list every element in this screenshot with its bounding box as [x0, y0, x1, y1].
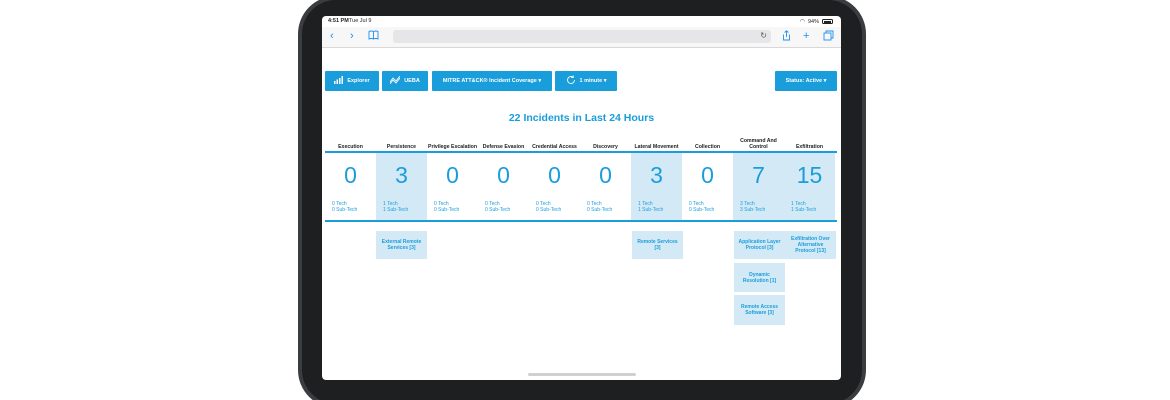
back-arrow-icon[interactable]: ‹ [330, 30, 334, 42]
column-header: Credential Access [532, 144, 577, 150]
explorer-label: Explorer [347, 78, 370, 84]
tabs-icon[interactable] [823, 30, 834, 44]
column-header: Defense Evasion [482, 144, 525, 150]
subtech-count: 3 Sub-Tech [740, 207, 766, 213]
subtech-count: 1 Sub-Tech [791, 207, 817, 213]
subtech-count: 0 Sub-Tech [689, 207, 715, 213]
column-header: Exfiltration [795, 144, 824, 150]
column-header: Collection [694, 144, 721, 150]
column-header: Execution [338, 144, 363, 150]
technique-box-c2-app-layer[interactable]: Application Layer Protocol [3] [734, 231, 785, 259]
status-date: Tue Jul 9 [349, 18, 372, 24]
tactic-cell[interactable]: 0 0 Tech 0 Sub-Tech [580, 153, 631, 221]
browser-toolbar: ‹ › ↻ + [322, 27, 841, 48]
tactic-count: 0 [701, 162, 714, 188]
tactic-subcounts: 0 Tech 0 Sub-Tech [587, 201, 612, 213]
url-field[interactable]: ↻ [393, 30, 771, 43]
explorer-button[interactable]: Explorer [325, 71, 379, 91]
tactic-subcounts: 0 Tech 0 Sub-Tech [332, 201, 357, 213]
table-bottom-line [325, 220, 837, 222]
technique-box-exfiltration[interactable]: Exfiltration Over Alternative Protocol [… [785, 231, 836, 259]
tactic-cell[interactable]: 7 3 Tech 3 Sub-Tech [733, 153, 784, 221]
tactic-count: 0 [548, 162, 561, 188]
status-dropdown[interactable]: Status: Active ▾ [775, 71, 837, 91]
subtech-count: 0 Sub-Tech [434, 207, 460, 213]
bar-chart-icon [334, 76, 344, 86]
tactic-cell[interactable]: 3 1 Tech 1 Sub-Tech [376, 153, 427, 221]
refresh-icon [566, 75, 576, 87]
tactic-subcounts: 0 Tech 0 Sub-Tech [485, 201, 510, 213]
tactic-cell[interactable]: 3 1 Tech 1 Sub-Tech [631, 153, 682, 221]
status-time: 4:51 PM [328, 18, 349, 24]
coverage-dropdown[interactable]: MITRE ATT&CK® Incident Coverage ▾ [432, 71, 552, 91]
tactic-subcounts: 1 Tech 1 Sub-Tech [383, 201, 408, 213]
incidents-title: 22 Incidents in Last 24 Hours [508, 112, 655, 124]
ueba-button[interactable]: UEBA [382, 71, 428, 91]
subtech-count: 0 Sub-Tech [536, 207, 562, 213]
tactic-cell[interactable]: 0 0 Tech 0 Sub-Tech [427, 153, 478, 221]
tactic-subcounts: 1 Tech 1 Sub-Tech [791, 201, 816, 213]
column-header: Persistence [386, 144, 417, 150]
tactic-cell[interactable]: 0 0 Tech 0 Sub-Tech [529, 153, 580, 221]
reload-icon[interactable]: ↻ [760, 31, 767, 40]
tactic-subcounts: 0 Tech 0 Sub-Tech [536, 201, 561, 213]
technique-box-lateral-movement[interactable]: Remote Services [3] [632, 231, 683, 259]
battery-icon [822, 19, 833, 24]
tactic-subcounts: 1 Tech 1 Sub-Tech [638, 201, 663, 213]
home-indicator [528, 373, 636, 376]
tablet-screen: 4:51 PM Tue Jul 9 ◠ 94% ‹ › ↻ + Explorer [322, 16, 841, 380]
tactic-count: 0 [599, 162, 612, 188]
tactic-subcounts: 3 Tech 3 Sub-Tech [740, 201, 765, 213]
share-icon[interactable] [782, 30, 791, 44]
tactic-cell[interactable]: 15 1 Tech 1 Sub-Tech [784, 153, 835, 221]
status-label: Status: Active ▾ [785, 78, 827, 84]
tactic-count: 7 [752, 162, 765, 188]
subtech-count: 0 Sub-Tech [485, 207, 511, 213]
tactic-cell[interactable]: 0 0 Tech 0 Sub-Tech [325, 153, 376, 221]
technique-box-persistence[interactable]: External Remote Services [3] [376, 231, 427, 259]
forward-arrow-icon[interactable]: › [350, 30, 354, 42]
tactic-count: 0 [344, 162, 357, 188]
subtech-count: 1 Sub-Tech [638, 207, 664, 213]
tactic-count: 3 [650, 162, 663, 188]
interval-label: 1 minute ▾ [579, 78, 607, 84]
new-tab-icon[interactable]: + [803, 30, 809, 42]
subtech-count: 0 Sub-Tech [332, 207, 358, 213]
subtech-count: 0 Sub-Tech [587, 207, 613, 213]
technique-box-c2-remote-access[interactable]: Remote Access Software [3] [734, 295, 785, 325]
ueba-label: UEBA [404, 78, 420, 84]
tactic-subcounts: 0 Tech 0 Sub-Tech [434, 201, 459, 213]
ueba-icon [389, 75, 401, 86]
interval-dropdown[interactable]: 1 minute ▾ [555, 71, 617, 91]
column-header: Lateral Movement [634, 144, 679, 150]
tactic-count: 0 [497, 162, 510, 188]
wifi-icon: ◠ [799, 19, 805, 25]
bookmarks-icon[interactable] [368, 30, 379, 43]
tactic-count: 15 [796, 162, 823, 188]
ios-status-bar: 4:51 PM Tue Jul 9 ◠ 94% [322, 16, 841, 27]
subtech-count: 1 Sub-Tech [383, 207, 409, 213]
tactic-subcounts: 0 Tech 0 Sub-Tech [689, 201, 714, 213]
tactic-cell[interactable]: 0 0 Tech 0 Sub-Tech [682, 153, 733, 221]
column-header: Privilege Escalation [427, 144, 477, 150]
column-header: Command And Control [740, 138, 777, 150]
tactic-count: 0 [446, 162, 459, 188]
tactic-count: 3 [395, 162, 408, 188]
column-header: Discovery [593, 144, 618, 150]
status-right: ◠ 94% [800, 18, 833, 25]
technique-box-c2-dynamic-resolution[interactable]: Dynamic Resolution [1] [734, 263, 785, 292]
coverage-label: MITRE ATT&CK® Incident Coverage ▾ [442, 78, 542, 84]
tactic-cell[interactable]: 0 0 Tech 0 Sub-Tech [478, 153, 529, 221]
battery-percent: 94% [807, 18, 819, 25]
